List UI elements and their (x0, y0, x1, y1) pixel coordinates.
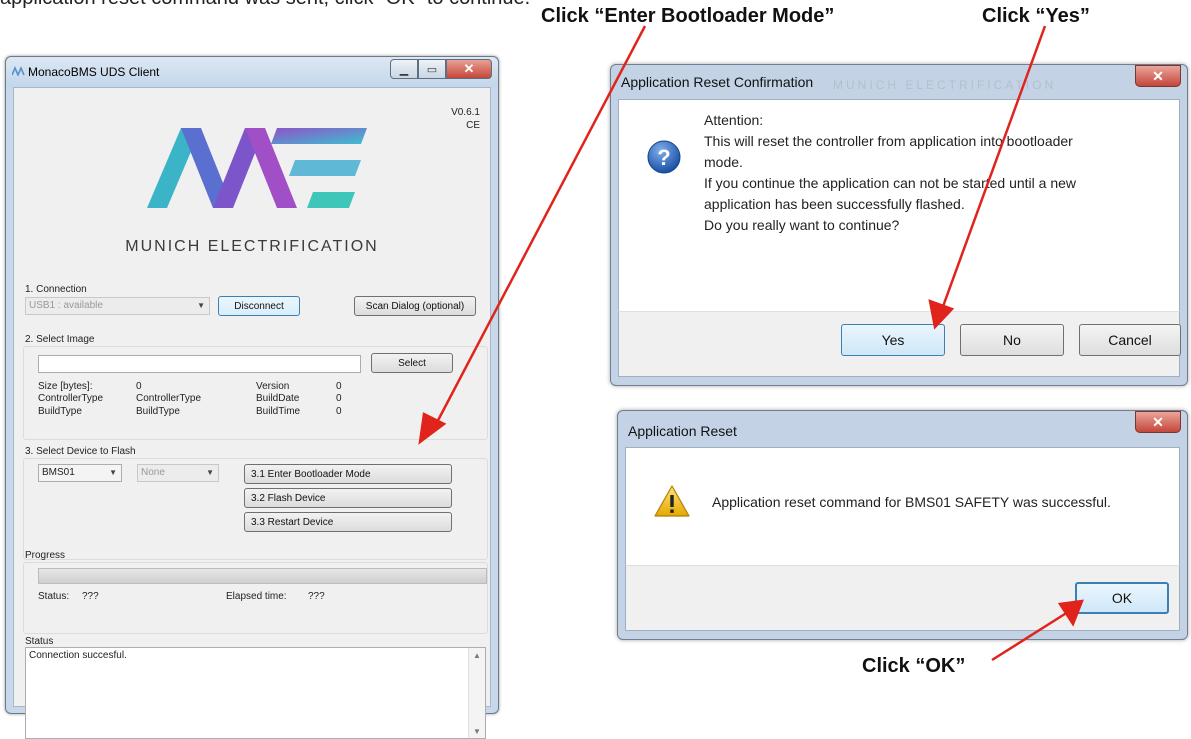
arrowhead-yes (928, 299, 955, 330)
scroll-down-icon[interactable]: ▼ (469, 724, 485, 738)
arrow-to-yes-button (939, 25, 1047, 313)
annotation-arrows (418, 25, 1084, 662)
arrow-to-ok-button (991, 610, 1069, 662)
arrowhead-ok (1057, 599, 1084, 627)
arrow-to-bootloader-button (432, 25, 647, 429)
